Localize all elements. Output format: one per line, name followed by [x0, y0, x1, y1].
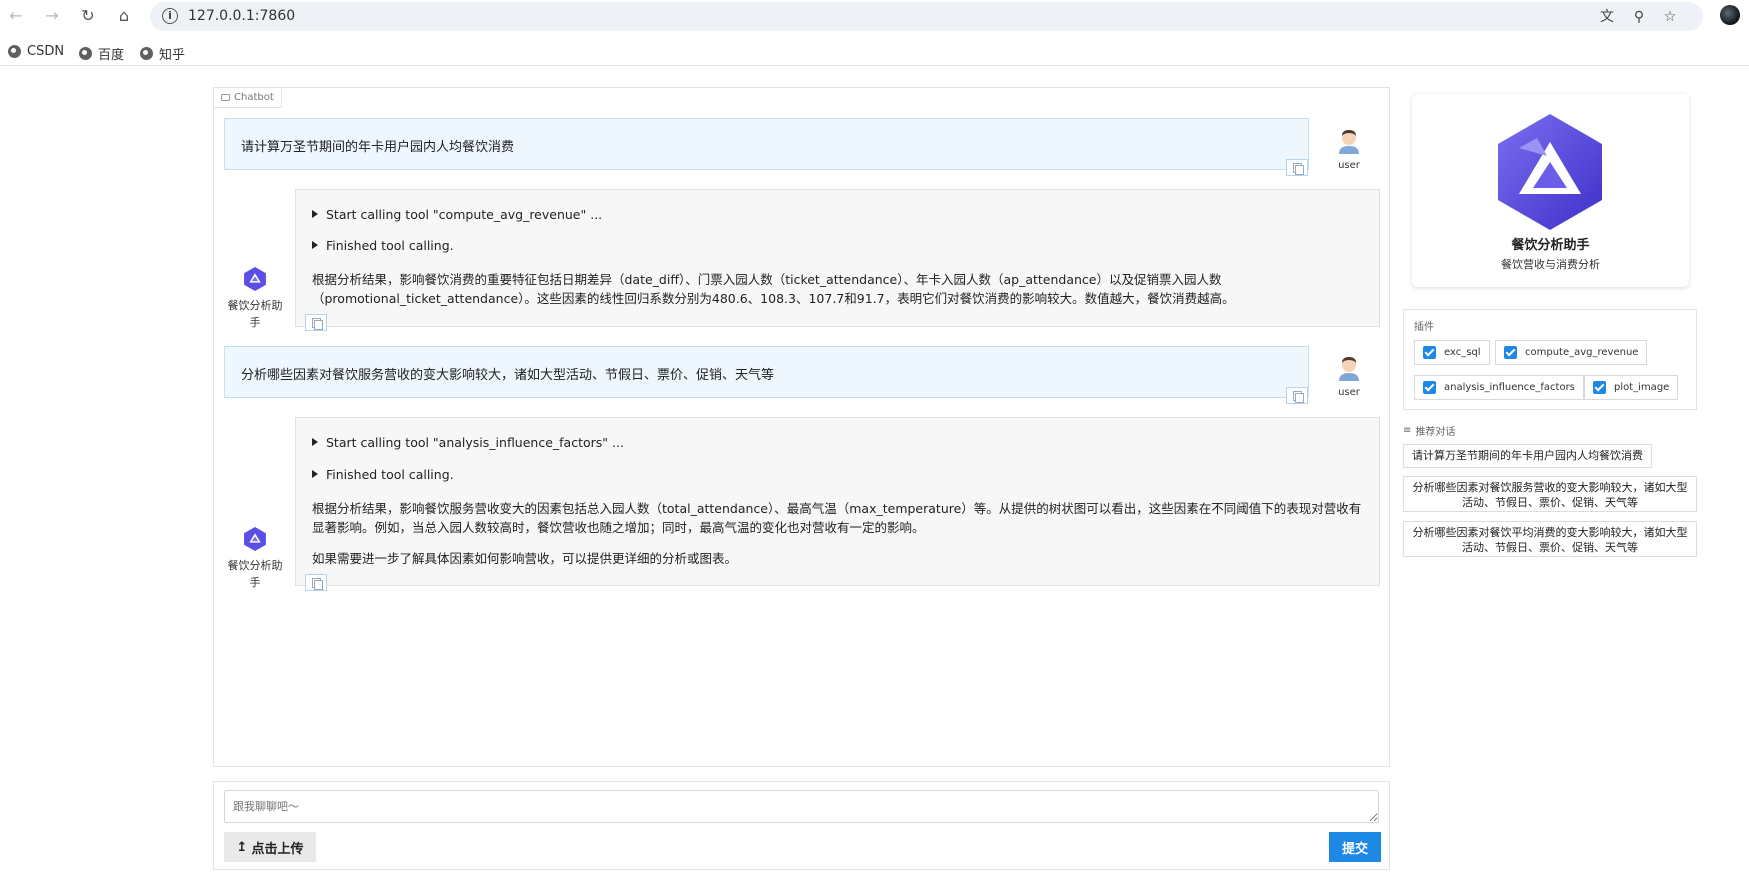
zoom-icon[interactable]: ⚲ [1630, 8, 1648, 26]
chatbot-label: Chatbot [214, 88, 282, 108]
globe-icon [140, 47, 153, 60]
checkbox[interactable] [1423, 381, 1436, 394]
copy-button[interactable] [1286, 387, 1308, 404]
forward-icon[interactable]: → [42, 6, 62, 26]
user-face-icon [1339, 130, 1359, 154]
globe-icon [8, 45, 21, 58]
user-face-icon [1339, 357, 1359, 381]
agent-logo-icon [244, 527, 266, 551]
bot-message: Start calling tool "analysis_influence_f… [295, 417, 1380, 591]
bot-answer-text: 如果需要进一步了解具体因素如何影响营收，可以提供更详细的分析或图表。 [312, 551, 738, 566]
checkbox[interactable] [1593, 381, 1606, 394]
bookmark-zhihu[interactable]: 知乎 [140, 44, 185, 63]
bot-answer-text: 根据分析结果，影响餐饮服务营收变大的因素包括总入园人数（total_attend… [312, 501, 1362, 535]
agent-logo-icon [1498, 114, 1602, 230]
bookmark-csdn[interactable]: CSDN [8, 44, 64, 59]
checkbox[interactable] [1504, 346, 1517, 359]
user-avatar: user [1319, 128, 1379, 171]
expand-triangle-icon [312, 241, 318, 249]
plugins-box: 插件 exc_sql compute_avg_revenue analysis_… [1403, 309, 1697, 410]
address-bar[interactable]: i 127.0.0.1:7860 文 ⚲ ☆ [150, 2, 1703, 31]
chat-input[interactable] [224, 790, 1379, 823]
site-info-icon[interactable]: i [162, 8, 178, 24]
list-icon: ≡ [1403, 425, 1412, 436]
agent-logo-icon [244, 267, 266, 291]
tool-done-toggle[interactable]: Finished tool calling. [312, 238, 454, 253]
bot-avatar: 餐饮分析助手 [224, 526, 286, 591]
suggestion-button[interactable]: 分析哪些因素对餐饮平均消费的变大影响较大，诸如大型活动、节假日、票价、促销、天气… [1403, 521, 1697, 557]
plugin-compute-avg-revenue[interactable]: compute_avg_revenue [1495, 340, 1648, 365]
plugin-analysis-influence-factors[interactable]: analysis_influence_factors [1414, 375, 1584, 400]
copy-button[interactable] [1286, 159, 1308, 176]
expand-triangle-icon [312, 210, 318, 218]
back-icon[interactable]: ← [6, 6, 26, 26]
url-text[interactable]: 127.0.0.1:7860 [188, 8, 295, 24]
suggestion-button[interactable]: 分析哪些因素对餐饮服务营收的变大影响较大，诸如大型活动、节假日、票价、促销、天气… [1403, 476, 1697, 512]
agent-description: 餐饮营收与消费分析 [1501, 258, 1600, 271]
home-icon[interactable]: ⌂ [114, 6, 134, 26]
tool-done-toggle[interactable]: Finished tool calling. [312, 467, 454, 482]
translate-icon[interactable]: 文 [1598, 8, 1616, 26]
user-avatar: user [1319, 355, 1379, 398]
chatbot-panel[interactable]: Chatbot 请计算万圣节期间的年卡用户园内人均餐饮消费 user 餐饮分析助… [213, 87, 1390, 767]
plugin-plot-image[interactable]: plot_image [1584, 375, 1679, 400]
globe-icon [79, 47, 92, 60]
profile-avatar[interactable] [1720, 5, 1740, 25]
bookmark-star-icon[interactable]: ☆ [1661, 8, 1679, 26]
suggestions-title: ≡ 推荐对话 [1403, 425, 1456, 438]
copy-button[interactable] [305, 314, 327, 331]
agent-card: 餐饮分析助手 餐饮营收与消费分析 [1412, 94, 1689, 287]
tool-call-toggle[interactable]: Start calling tool "compute_avg_revenue"… [312, 207, 602, 222]
reload-icon[interactable]: ↻ [78, 6, 98, 26]
submit-button[interactable]: 提交 [1329, 832, 1381, 862]
copy-button[interactable] [305, 574, 327, 591]
bot-answer-text: 根据分析结果，影响餐饮消费的重要特征包括日期差异（date_diff）、门票入园… [312, 272, 1235, 306]
bot-message: Start calling tool "compute_avg_revenue"… [295, 189, 1380, 331]
checkbox[interactable] [1423, 346, 1436, 359]
plugin-exc-sql[interactable]: exc_sql [1414, 340, 1490, 365]
tool-call-toggle[interactable]: Start calling tool "analysis_influence_f… [312, 435, 624, 450]
upload-icon: ↥ [236, 839, 248, 855]
bot-avatar: 餐饮分析助手 [224, 266, 286, 331]
user-message: 分析哪些因素对餐饮服务营收的变大影响较大，诸如大型活动、节假日、票价、促销、天气… [224, 346, 1309, 404]
plugins-title: 插件 [1414, 322, 1434, 333]
expand-triangle-icon [312, 438, 318, 446]
input-panel: ↥ 点击上传 提交 [213, 781, 1390, 870]
upload-button[interactable]: ↥ 点击上传 [224, 832, 316, 862]
agent-name: 餐饮分析助手 [1511, 238, 1590, 253]
suggestion-button[interactable]: 请计算万圣节期间的年卡用户园内人均餐饮消费 [1403, 444, 1652, 468]
user-message: 请计算万圣节期间的年卡用户园内人均餐饮消费 [224, 118, 1309, 176]
bookmarks-bar: CSDN 百度 知乎 [0, 38, 1749, 66]
browser-toolbar: ← → ↻ ⌂ i 127.0.0.1:7860 文 ⚲ ☆ [0, 0, 1749, 33]
bookmark-baidu[interactable]: 百度 [79, 44, 124, 63]
expand-triangle-icon [312, 470, 318, 478]
chat-icon [221, 94, 230, 101]
